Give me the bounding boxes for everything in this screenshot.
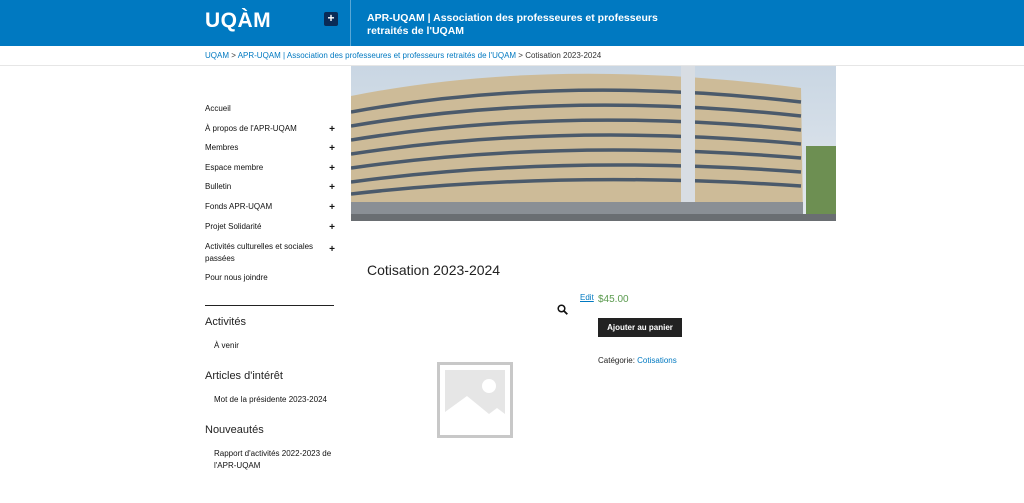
breadcrumb-parent[interactable]: APR-UQAM | Association des professeures … xyxy=(238,51,516,60)
sidebar-item-label: Accueil xyxy=(205,104,231,113)
sidebar-item-label: Projet Solidarité xyxy=(205,221,262,231)
sidebar-item-label: Bulletin xyxy=(205,182,232,192)
expand-icon[interactable]: + xyxy=(329,182,335,193)
sidebar-item-label: Fonds APR-UQAM xyxy=(205,201,273,211)
sidebar-item-label: Espace membre xyxy=(205,162,264,172)
product-category: Catégorie: Cotisations xyxy=(598,356,677,365)
sidebar-item-label: À propos de l'APR-UQAM xyxy=(205,123,297,133)
sidebar: Accueil À propos de l'APR-UQAM + Membres +… xyxy=(205,104,335,490)
sidebar-item-espace-membre[interactable]: Espace membre + xyxy=(205,163,335,183)
category-label: Catégorie: xyxy=(598,356,638,365)
site-header: UQÀM + APR-UQAM | Association des profes… xyxy=(0,0,1024,46)
sidebar-item-label: Membres xyxy=(205,143,239,153)
sidebar-item-label: Activités culturelles et sociales passée… xyxy=(205,242,314,264)
expand-icon[interactable]: + xyxy=(329,222,335,233)
widget-link[interactable]: Mot de la présidente 2023-2024 xyxy=(214,394,335,406)
breadcrumb: UQAM > APR-UQAM | Association des profes… xyxy=(205,51,601,60)
breadcrumb-current: Cotisation 2023-2024 xyxy=(525,51,602,60)
category-link[interactable]: Cotisations xyxy=(637,356,677,365)
widget-title-articles: Articles d'intérêt xyxy=(205,369,283,382)
sidebar-item-accueil[interactable]: Accueil xyxy=(205,104,335,124)
add-to-cart-button[interactable]: Ajouter au panier xyxy=(598,318,682,337)
sidebar-item-projet-solidarite[interactable]: Projet Solidarité + xyxy=(205,222,335,242)
widget-title-activites: Activités xyxy=(205,315,246,328)
magnifier-icon[interactable] xyxy=(557,304,568,318)
breadcrumb-separator: > xyxy=(516,51,526,60)
menu-toggle-button[interactable]: + xyxy=(324,12,338,26)
sidebar-item-label: Pour nous joindre xyxy=(205,273,268,283)
site-title[interactable]: APR-UQAM | Association des professeures … xyxy=(367,12,687,38)
expand-icon[interactable]: + xyxy=(329,124,335,135)
expand-icon[interactable]: + xyxy=(329,244,335,256)
sidebar-item-nous-joindre[interactable]: Pour nous joindre xyxy=(205,273,335,293)
header-banner-image xyxy=(351,66,836,221)
breadcrumb-home[interactable]: UQAM xyxy=(205,51,229,60)
edit-link[interactable]: Edit xyxy=(580,293,594,302)
widget-link[interactable]: À venir xyxy=(214,340,335,352)
uqam-logo[interactable]: UQÀM xyxy=(205,9,271,33)
sidebar-item-a-propos[interactable]: À propos de l'APR-UQAM + xyxy=(205,124,335,144)
sidebar-item-fonds[interactable]: Fonds APR-UQAM + xyxy=(205,202,335,222)
widget-title-nouveautes: Nouveautés xyxy=(205,423,264,436)
product-image-placeholder[interactable] xyxy=(437,362,513,438)
product-title: Cotisation 2023-2024 xyxy=(367,262,501,278)
product-price: $45.00 xyxy=(598,294,629,305)
expand-icon[interactable]: + xyxy=(329,163,335,174)
sidebar-item-bulletin[interactable]: Bulletin + xyxy=(205,182,335,202)
header-divider xyxy=(350,0,351,46)
sidebar-divider xyxy=(205,304,334,306)
sidebar-item-membres[interactable]: Membres + xyxy=(205,143,335,163)
expand-icon[interactable]: + xyxy=(329,143,335,154)
widget-link[interactable]: Rapport d'activités 2022-2023 de l'APR-U… xyxy=(214,448,335,472)
breadcrumb-separator: > xyxy=(229,51,238,60)
sidebar-item-activites-passees[interactable]: Activités culturelles et sociales passée… xyxy=(205,241,335,273)
expand-icon[interactable]: + xyxy=(329,202,335,213)
